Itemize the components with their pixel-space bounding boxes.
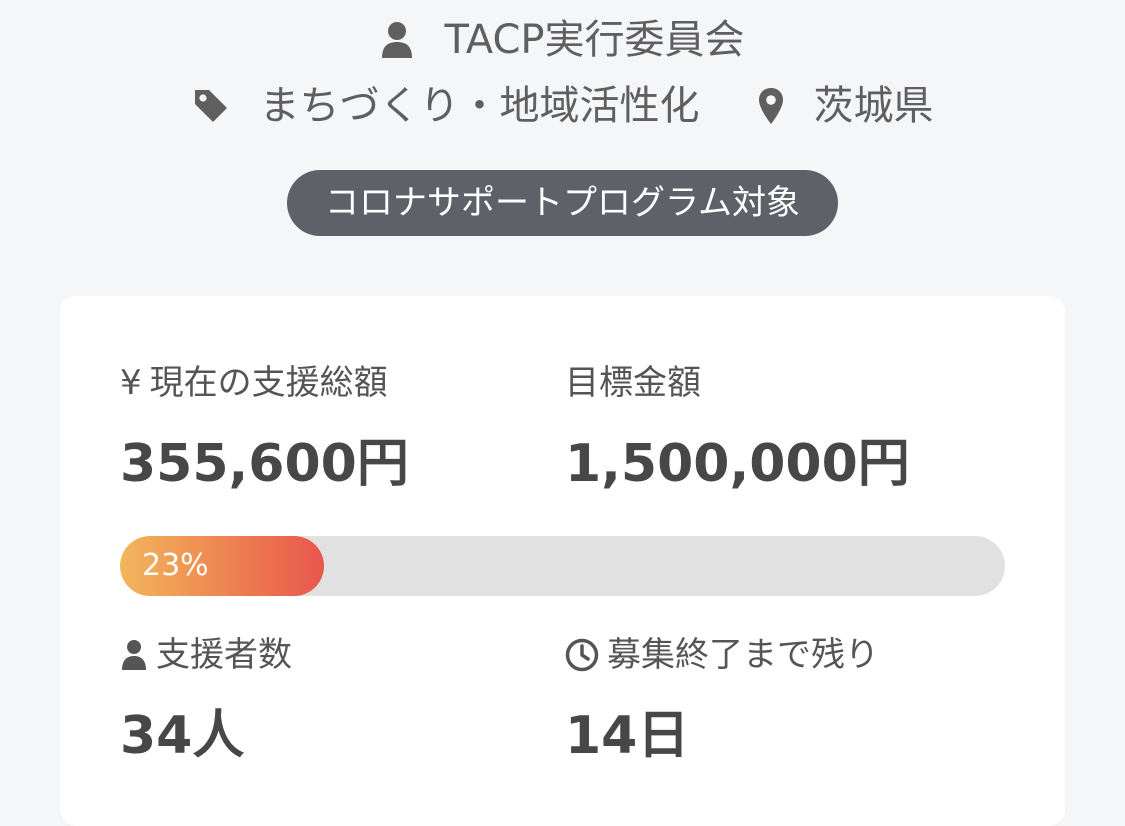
current-total-label: 現在の支援総額 [149,363,388,403]
tag-icon [192,87,230,125]
funding-progress-label: 23% [142,548,209,583]
current-total-stat: ¥ 現在の支援総額 355,600円 [120,366,540,490]
program-badge-wrap: コロナサポートプログラム対象 [0,170,1125,236]
project-category-label: まちづくり・地域活性化 [259,83,700,129]
funding-progress-fill: 23% [120,536,324,596]
target-amount-label-row: 目標金額 [565,366,985,400]
yen-icon: ¥ [120,363,142,403]
user-icon [120,639,148,671]
remaining-time-value: 14日 [565,706,690,766]
map-pin-icon [758,87,784,125]
current-total-label-row: ¥ 現在の支援総額 [120,366,540,400]
remaining-time-stat: 募集終了まで残り 14日 [565,638,985,762]
remaining-time-label: 募集終了まで残り [607,635,879,675]
project-location[interactable]: 茨城県 [758,86,934,126]
user-icon [380,21,414,59]
current-total-value: 355,600円 [120,434,409,494]
project-location-label: 茨城県 [813,83,934,129]
project-owner-row: TACP実行委員会 [0,20,1125,60]
project-category[interactable]: まちづくり・地域活性化 [192,86,700,126]
supporters-stat: 支援者数 34人 [120,638,540,762]
remaining-time-label-row: 募集終了まで残り [565,638,985,672]
funding-summary-card: ¥ 現在の支援総額 355,600円 目標金額 1,500,000円 23% 支… [60,296,1065,826]
supporters-value: 34人 [120,706,245,766]
target-amount-label: 目標金額 [565,363,701,403]
project-owner-name: TACP実行委員会 [444,17,745,63]
supporters-label: 支援者数 [156,635,292,675]
supporters-label-row: 支援者数 [120,638,540,672]
funding-progress-bar: 23% [120,536,1005,596]
project-owner[interactable]: TACP実行委員会 [380,17,745,63]
program-badge: コロナサポートプログラム対象 [287,170,838,236]
project-tags-row: まちづくり・地域活性化 茨城県 [0,86,1125,126]
clock-icon [565,638,599,672]
target-amount-stat: 目標金額 1,500,000円 [565,366,985,490]
target-amount-value: 1,500,000円 [565,434,910,494]
